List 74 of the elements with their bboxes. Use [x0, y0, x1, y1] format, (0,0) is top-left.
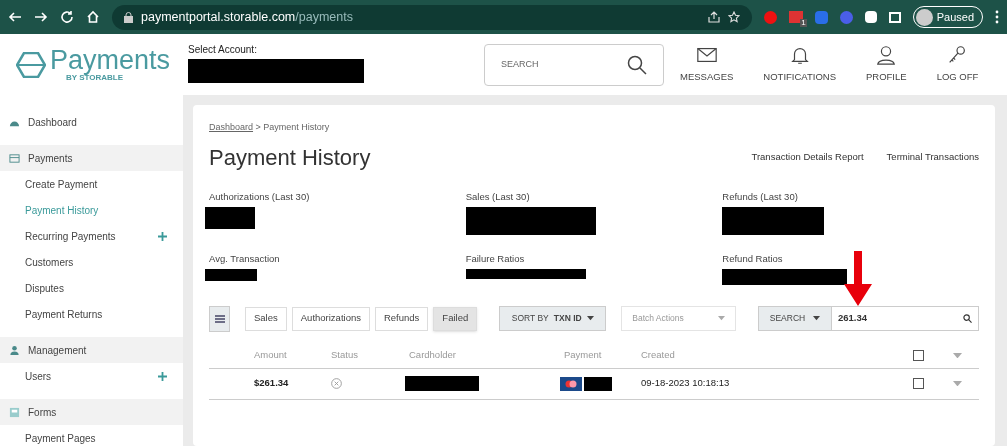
- row-checkbox[interactable]: [913, 378, 924, 389]
- sidebar-item[interactable]: Recurring Payments: [0, 223, 183, 249]
- sidebar-item[interactable]: Disputes: [0, 275, 183, 301]
- column-header: Status: [331, 348, 359, 363]
- lock-icon: [124, 11, 133, 23]
- annotation-arrow: [844, 251, 872, 306]
- search-field[interactable]: SEARCH: [484, 43, 664, 86]
- sidebar-item[interactable]: Payment History: [0, 197, 183, 223]
- stat-label: Sales (Last 30): [465, 189, 531, 204]
- breadcrumb-separator: >: [255, 122, 261, 132]
- table-cell-text: $261.34: [254, 376, 290, 391]
- nav-button[interactable]: NOTIFICATIONS: [759, 44, 840, 85]
- sidebar-item[interactable]: Users: [0, 363, 183, 389]
- address-bar[interactable]: paymentportal.storable.com/payments: [112, 4, 752, 30]
- breadcrumb-link[interactable]: Dashboard: [209, 122, 254, 132]
- search-icon: [627, 54, 647, 75]
- reload-icon[interactable]: [60, 10, 74, 24]
- stat-label: Failure Ratios: [465, 251, 526, 266]
- form-icon: [9, 406, 20, 418]
- star-icon[interactable]: [727, 11, 740, 23]
- failed-status-icon: [331, 378, 342, 389]
- sidebar-item[interactable]: Customers: [0, 249, 183, 275]
- column-header: Created: [641, 348, 676, 363]
- list-view-button[interactable]: [209, 305, 230, 332]
- breadcrumb-current: Payment History: [263, 122, 330, 132]
- filter-button[interactable]: Sales: [245, 306, 287, 331]
- forward-icon[interactable]: [34, 10, 48, 24]
- avatar-icon: [915, 8, 933, 26]
- report-link[interactable]: Transaction Details Report: [751, 149, 864, 165]
- filter-button[interactable]: Failed: [433, 306, 478, 331]
- stat-label: Refunds (Last 30): [722, 189, 799, 204]
- sidebar-icon[interactable]: [888, 11, 901, 23]
- nav-button[interactable]: LOG OFF: [932, 44, 983, 85]
- logo: Payments BY STORABLE: [0, 47, 188, 82]
- expand-icon[interactable]: [158, 371, 167, 381]
- stat-label: Avg. Transaction: [209, 251, 281, 266]
- mastercard-icon: [560, 376, 582, 391]
- stat-label: Refund Ratios: [722, 251, 784, 266]
- stat-label: Authorizations (Last 30): [209, 189, 311, 204]
- sidebar-item[interactable]: Payment Pages: [0, 425, 183, 446]
- column-header: Amount: [254, 348, 288, 363]
- section-header[interactable]: Forms: [0, 399, 183, 425]
- column-header: Cardholder: [409, 348, 457, 363]
- card-icon: [9, 152, 20, 164]
- person-icon: [9, 344, 20, 356]
- share-icon[interactable]: [707, 11, 720, 23]
- filter-button[interactable]: Authorizations: [291, 306, 370, 331]
- page-title: Payment History: [209, 143, 371, 172]
- account-label: Select Account:: [188, 43, 258, 57]
- list-icon: [214, 314, 225, 323]
- sidebar-item[interactable]: Create Payment: [0, 171, 183, 197]
- section-header[interactable]: Management: [0, 337, 183, 363]
- table-cell-text: 09-18-2023 10:18:13: [641, 376, 731, 391]
- expand-icon[interactable]: [158, 231, 167, 241]
- report-link[interactable]: Terminal Transactions: [886, 149, 979, 165]
- nav-button[interactable]: PROFILE: [862, 44, 911, 85]
- sidebar-item[interactable]: Dashboard: [0, 109, 183, 135]
- menu-icon[interactable]: [995, 10, 999, 24]
- caret-icon: [586, 316, 594, 321]
- select-all-checkbox[interactable]: [913, 350, 924, 361]
- caret-icon: [718, 316, 726, 321]
- user-icon: [875, 44, 898, 67]
- column-header: Payment: [564, 348, 603, 363]
- redaction-bar: [205, 206, 255, 229]
- sort-dropdown[interactable]: SORT BY TXN ID: [499, 306, 607, 331]
- home-icon[interactable]: [86, 10, 100, 24]
- filter-button[interactable]: Refunds: [374, 306, 429, 331]
- redaction-bar: [584, 376, 612, 391]
- back-icon[interactable]: [8, 10, 22, 24]
- nav-button[interactable]: MESSAGES: [676, 44, 738, 85]
- redaction-bar: [205, 268, 257, 281]
- extension-badge: 1: [800, 19, 807, 27]
- section-header[interactable]: Payments: [0, 145, 183, 171]
- sidebar-item[interactable]: Payment Returns: [0, 301, 183, 327]
